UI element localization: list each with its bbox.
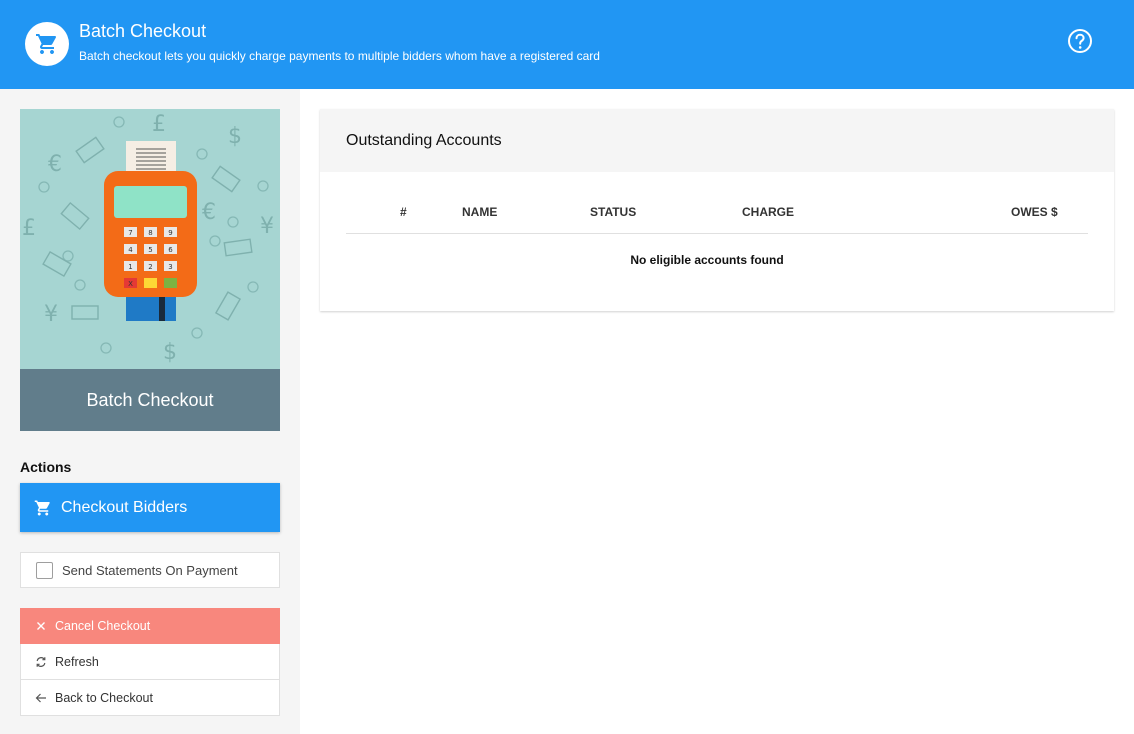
page-header: Batch Checkout Batch checkout lets you q… bbox=[0, 0, 1134, 89]
empty-state-message: No eligible accounts found bbox=[630, 253, 784, 267]
refresh-label: Refresh bbox=[55, 654, 99, 669]
send-statements-checkbox[interactable] bbox=[36, 561, 53, 579]
card-title: Outstanding Accounts bbox=[320, 109, 1114, 172]
arrow-left-icon bbox=[35, 692, 47, 704]
close-icon bbox=[35, 621, 47, 631]
svg-text:$: $ bbox=[163, 340, 177, 365]
svg-text:$: $ bbox=[228, 124, 242, 149]
svg-text:9: 9 bbox=[168, 229, 172, 237]
cancel-checkout-label: Cancel Checkout bbox=[55, 619, 151, 633]
svg-text:€: € bbox=[48, 152, 62, 177]
svg-text:£: £ bbox=[152, 112, 166, 137]
page-subtitle: Batch checkout lets you quickly charge p… bbox=[79, 49, 600, 63]
column-status[interactable]: STATUS bbox=[590, 205, 636, 219]
refresh-icon bbox=[35, 656, 47, 668]
checkout-bidders-button[interactable]: Checkout Bidders bbox=[20, 483, 280, 532]
column-name[interactable]: NAME bbox=[462, 205, 497, 219]
table-header: # NAME STATUS CHARGE OWES $ bbox=[346, 205, 1088, 234]
send-statements-checkbox-row[interactable]: Send Statements On Payment bbox=[20, 552, 280, 588]
cancel-checkout-button[interactable]: Cancel Checkout bbox=[20, 608, 280, 644]
back-to-checkout-button[interactable]: Back to Checkout bbox=[20, 680, 280, 716]
svg-text:¥: ¥ bbox=[44, 302, 58, 327]
column-number[interactable]: # bbox=[400, 205, 407, 219]
cart-icon bbox=[34, 499, 61, 517]
column-owes[interactable]: OWES $ bbox=[1011, 205, 1058, 219]
svg-text:£: £ bbox=[22, 216, 36, 241]
svg-text:7: 7 bbox=[128, 229, 132, 237]
svg-text:¥: ¥ bbox=[260, 214, 274, 239]
help-circle-icon[interactable] bbox=[1066, 27, 1094, 55]
svg-text:5: 5 bbox=[148, 246, 152, 254]
cart-icon bbox=[25, 22, 69, 66]
refresh-button[interactable]: Refresh bbox=[20, 644, 280, 680]
svg-text:€: € bbox=[202, 200, 216, 225]
column-charge[interactable]: CHARGE bbox=[742, 205, 794, 219]
hero-illustration: £ $ € € £ ¥ ¥ $ 7 8 9 4 5 6 1 2 3 X bbox=[20, 109, 280, 369]
sidebar: £ $ € € £ ¥ ¥ $ 7 8 9 4 5 6 1 2 3 X Batc… bbox=[0, 89, 300, 734]
actions-heading: Actions bbox=[20, 459, 72, 475]
back-to-checkout-label: Back to Checkout bbox=[55, 690, 153, 705]
page-title: Batch Checkout bbox=[79, 21, 207, 41]
svg-text:X: X bbox=[128, 280, 133, 288]
svg-text:8: 8 bbox=[148, 229, 152, 237]
svg-text:3: 3 bbox=[168, 263, 172, 271]
svg-text:1: 1 bbox=[128, 263, 132, 271]
svg-text:2: 2 bbox=[148, 263, 152, 271]
outstanding-accounts-card: Outstanding Accounts # NAME STATUS CHARG… bbox=[320, 109, 1114, 311]
checkout-bidders-label: Checkout Bidders bbox=[61, 498, 188, 516]
hero-title: Batch Checkout bbox=[20, 369, 280, 431]
svg-text:4: 4 bbox=[128, 246, 133, 254]
svg-text:6: 6 bbox=[168, 246, 173, 254]
send-statements-label: Send Statements On Payment bbox=[62, 562, 238, 578]
